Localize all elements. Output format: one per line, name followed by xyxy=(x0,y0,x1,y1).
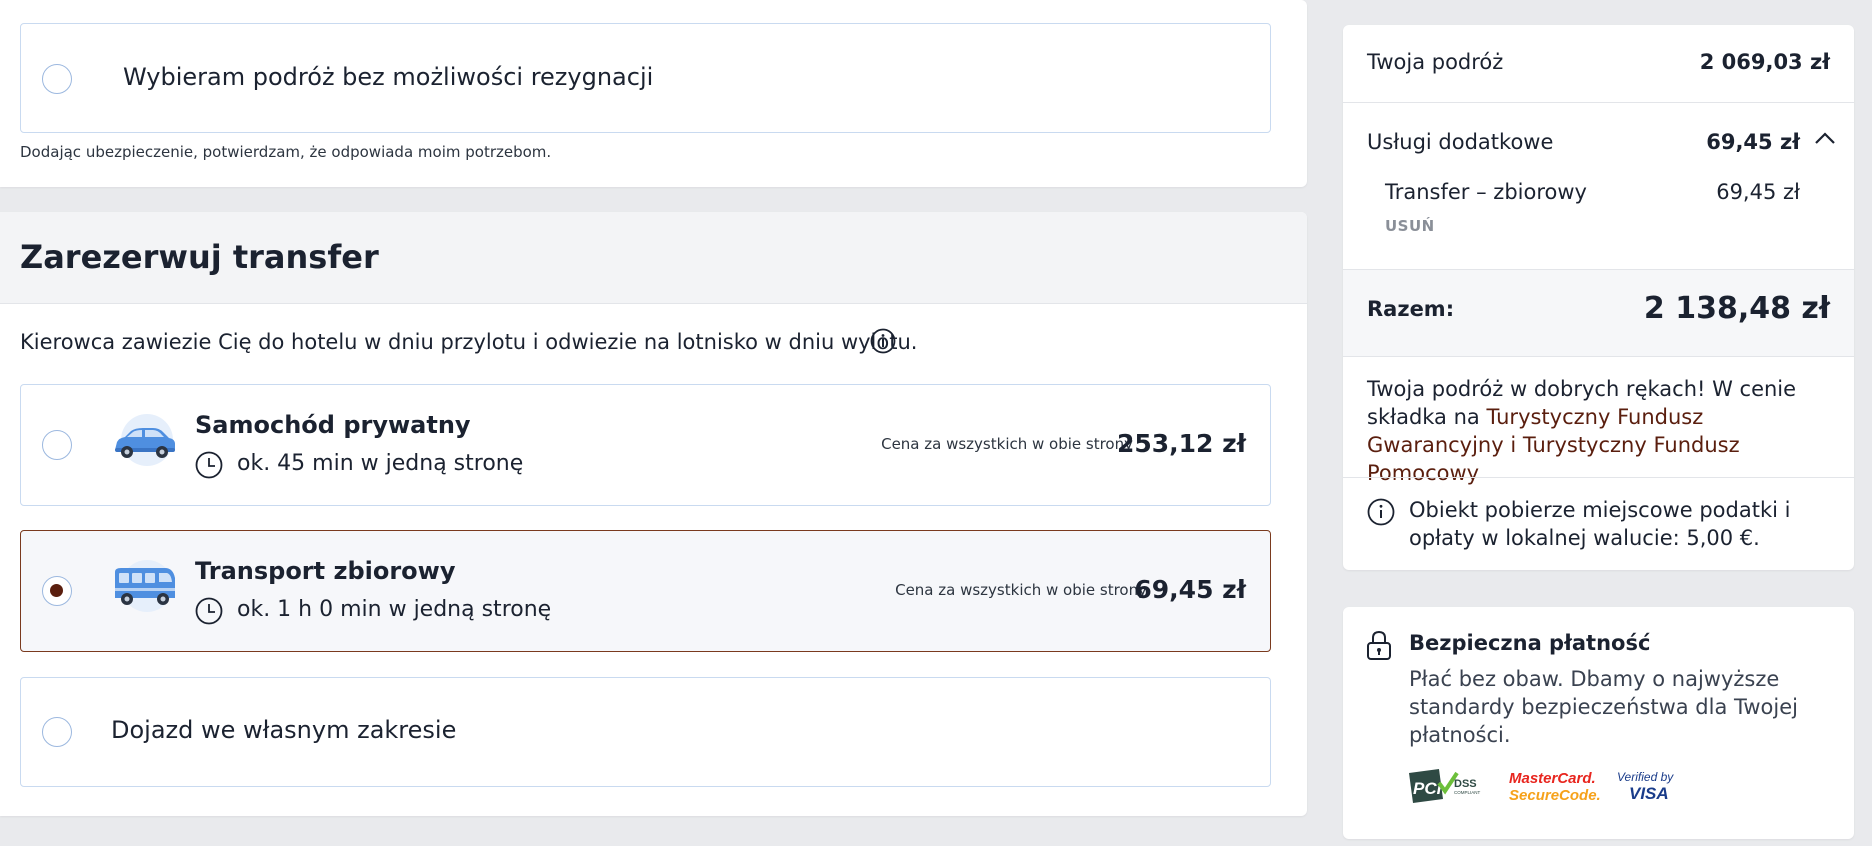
secure-payment-title: Bezpieczna płatność xyxy=(1409,631,1651,655)
car-icon xyxy=(115,414,175,466)
shared-transport-price: 69,45 zł xyxy=(1134,575,1246,604)
remove-extra-button[interactable]: USUŃ xyxy=(1385,217,1435,235)
private-car-title: Samochód prywatny xyxy=(195,411,471,439)
price-summary: Twoja podróż 2 069,03 zł Usługi dodatkow… xyxy=(1343,25,1854,570)
no-cancellation-label: Wybieram podróż bez możliwości rezygnacj… xyxy=(123,63,654,91)
shared-transport-price-note: Cena za wszystkich w obie strony xyxy=(895,581,1147,599)
extra-item-price: 69,45 zł xyxy=(1716,180,1800,204)
trip-price: 2 069,03 zł xyxy=(1699,50,1830,74)
clock-icon xyxy=(195,451,223,479)
shared-transport-duration: ok. 1 h 0 min w jedną stronę xyxy=(237,597,552,622)
clock-icon xyxy=(195,597,223,625)
guarantee-text: Twoja podróż w dobrych rękach! W cenie s… xyxy=(1367,375,1837,487)
private-car-duration: ok. 45 min w jedną stronę xyxy=(237,451,524,476)
svg-text:DSS: DSS xyxy=(1454,778,1477,790)
private-car-price-note: Cena za wszystkich w obie strony xyxy=(881,435,1133,453)
transfer-option-private-car[interactable]: Samochód prywatny ok. 45 min w jedną str… xyxy=(20,384,1271,506)
verified-by-visa-logo: Verified by VISA xyxy=(1617,770,1674,803)
info-icon xyxy=(1367,498,1395,526)
svg-text:SecureCode.: SecureCode. xyxy=(1509,787,1601,804)
mastercard-securecode-logo: MasterCard. SecureCode. xyxy=(1509,770,1601,804)
svg-text:Verified by: Verified by xyxy=(1617,770,1674,784)
own-transport-radio[interactable] xyxy=(42,717,72,747)
no-cancellation-option[interactable]: Wybieram podróż bez możliwości rezygnacj… xyxy=(20,23,1271,133)
transfer-description: Kierowca zawiezie Cię do hotelu w dniu p… xyxy=(20,330,918,354)
svg-text:VISA: VISA xyxy=(1629,784,1669,803)
transfer-option-own[interactable]: Dojazd we własnym zakresie xyxy=(20,677,1271,787)
svg-text:COMPLIANT: COMPLIANT xyxy=(1454,790,1481,795)
transfer-title: Zarezerwuj transfer xyxy=(20,238,379,276)
local-tax-note: Obiekt pobierze miejscowe podatki i opła… xyxy=(1409,498,1791,550)
lock-icon xyxy=(1367,630,1391,660)
transfer-option-shared-transport[interactable]: Transport zbiorowy ok. 1 h 0 min w jedną… xyxy=(20,530,1271,652)
payment-security-logos: PCI DSS COMPLIANT MasterCard. SecureCode… xyxy=(1409,769,1674,804)
info-icon[interactable] xyxy=(870,328,896,354)
own-transport-label: Dojazd we własnym zakresie xyxy=(111,716,457,744)
transfer-header: Zarezerwuj transfer xyxy=(0,212,1307,304)
total-label: Razem: xyxy=(1367,297,1455,321)
private-car-price: 253,12 zł xyxy=(1116,429,1246,458)
shared-transport-title: Transport zbiorowy xyxy=(195,557,456,585)
insurance-card: Wybieram podróż bez możliwości rezygnacj… xyxy=(0,0,1307,187)
chevron-up-icon[interactable] xyxy=(1814,131,1836,145)
divider xyxy=(1343,477,1854,478)
svg-text:PCI: PCI xyxy=(1413,779,1443,798)
pci-dss-logo: PCI DSS COMPLIANT xyxy=(1409,769,1481,803)
shared-transport-radio[interactable] xyxy=(42,576,72,606)
extra-item-label: Transfer – zbiorowy xyxy=(1385,180,1587,204)
svg-text:MasterCard.: MasterCard. xyxy=(1509,770,1596,787)
private-car-radio[interactable] xyxy=(42,430,72,460)
divider xyxy=(1343,102,1854,103)
secure-payment-text: Płać bez obaw. Dbamy o najwyższe standar… xyxy=(1409,667,1798,747)
transfer-card: Zarezerwuj transfer Kierowca zawiezie Ci… xyxy=(0,212,1307,816)
extras-price: 69,45 zł xyxy=(1706,130,1800,154)
no-cancellation-radio[interactable] xyxy=(42,64,72,94)
secure-payment-card: Bezpieczna płatność Płać bez obaw. Dbamy… xyxy=(1343,607,1854,839)
bus-icon xyxy=(115,560,175,612)
total-value: 2 138,48 zł xyxy=(1643,291,1830,326)
insurance-disclaimer: Dodając ubezpieczenie, potwierdzam, że o… xyxy=(20,143,552,161)
